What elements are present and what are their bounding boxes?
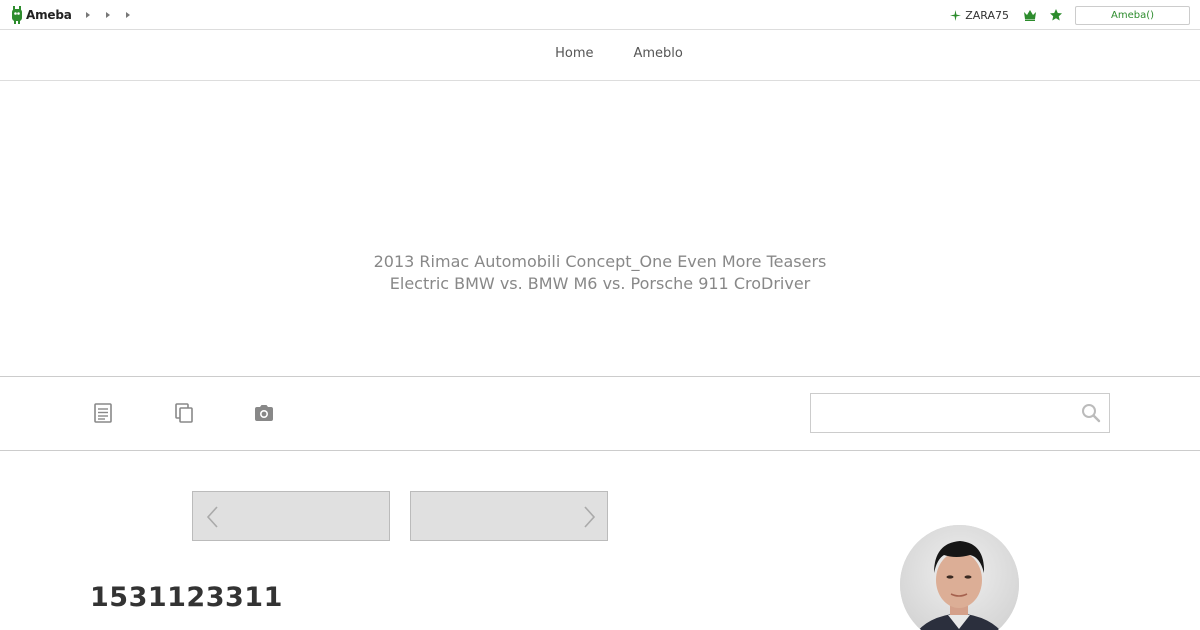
crown-button[interactable] [1023,8,1049,22]
nav-link-home[interactable]: Home [555,46,593,61]
ameba-logo-icon [12,6,22,24]
chevron-right-icon [584,506,596,528]
user-name: ZARA75 [965,8,1009,22]
header-user-area: ZARA75 Ameba() [950,4,1190,26]
breadcrumb [84,9,132,21]
blog-id-heading: 1531123311 [90,582,283,613]
star-button[interactable] [1049,8,1075,22]
account-button[interactable]: Ameba() [1075,5,1190,25]
article-list-icon [94,403,112,423]
chevron-right-icon [106,12,110,18]
blog-search [810,393,1110,433]
sparkle-icon [950,9,962,21]
top-bar: Ameba ZARA75 Ameba() [0,0,1200,30]
camera-icon [255,405,273,421]
blog-title-line-2: Electric BMW vs. BMW M6 vs. Porsche 911 … [389,274,811,293]
chevron-left-icon [206,506,218,528]
blog-title-line-1: 2013 Rimac Automobili Concept_One Even M… [373,252,827,271]
search-icon[interactable] [1081,403,1101,423]
star-icon [1050,9,1062,21]
crown-icon [1024,10,1036,21]
copy-pages-icon [175,403,193,423]
breadcrumb-item-3[interactable] [124,9,132,21]
search-input[interactable] [811,394,1071,432]
blog-header: 2013 Rimac Automobili Concept_One Even M… [0,81,1200,377]
next-entry-button[interactable] [410,491,608,541]
profile-photo [900,525,1019,630]
breadcrumb-item-2[interactable] [104,9,112,21]
blog-toolbar [0,377,1200,451]
ameba-logo[interactable]: Ameba [10,5,72,25]
nav-link-ameblo[interactable]: Ameblo [634,46,683,61]
avatar[interactable] [900,525,1019,630]
user-link[interactable]: ZARA75 [950,9,1009,22]
chevron-right-icon [126,12,130,18]
ameba-logo-text: Ameba [26,8,72,22]
chevron-right-icon [86,12,90,18]
blog-title[interactable]: 2013 Rimac Automobili Concept_One Even M… [0,251,1200,295]
prev-entry-button[interactable] [192,491,390,541]
main-nav: Home Ameblo [0,30,1200,81]
breadcrumb-item-1[interactable] [84,9,92,21]
